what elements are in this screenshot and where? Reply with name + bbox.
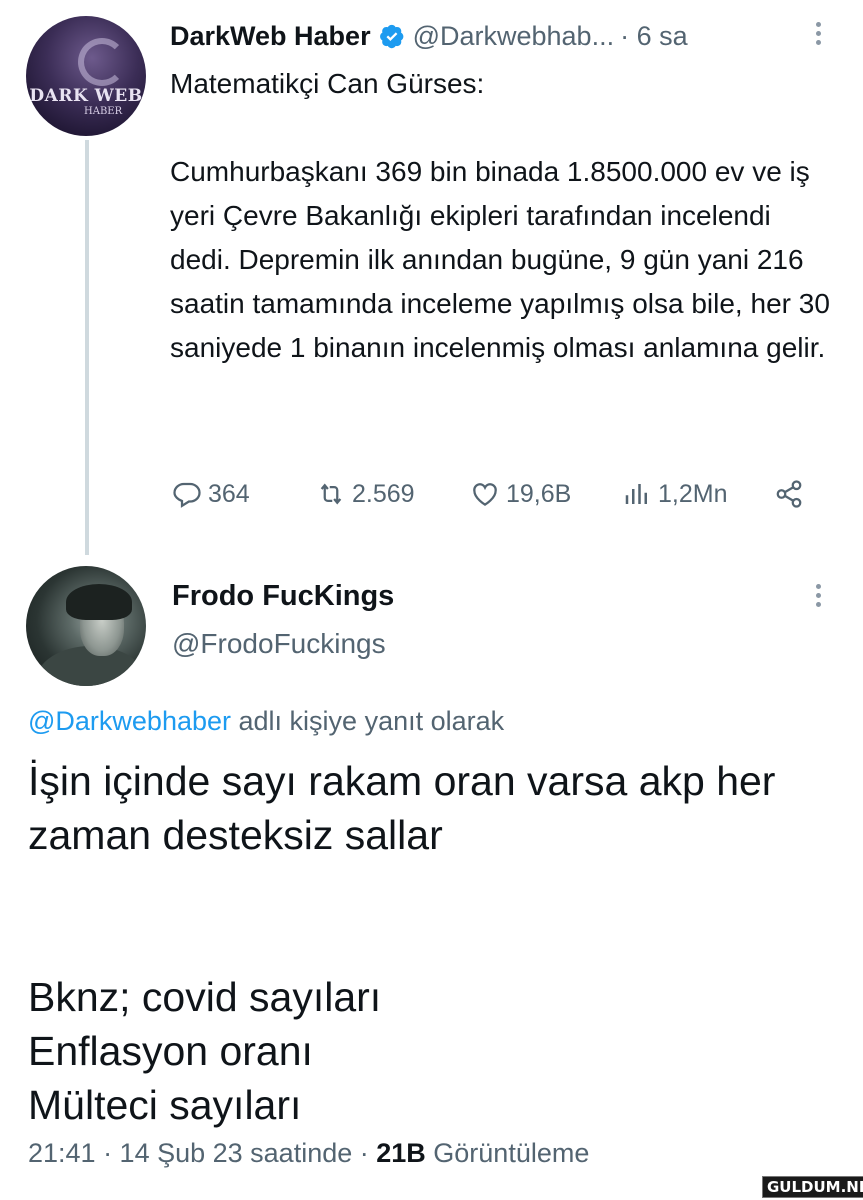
parent-handle[interactable]: @Darkwebhab... <box>413 21 615 52</box>
parent-tweet-text: Matematikçi Can Gürses: Cumhurbaşkanı 36… <box>170 68 830 363</box>
retweet-count: 2.569 <box>352 479 415 508</box>
verified-badge-icon <box>379 24 403 49</box>
reply-more-icon[interactable] <box>808 584 828 614</box>
parent-display-name[interactable]: DarkWeb Haber <box>170 21 371 52</box>
analytics-icon <box>625 484 647 504</box>
share-button[interactable] <box>774 472 810 516</box>
reply-tweet-text: İşin içinde sayı rakam oran varsa akp he… <box>28 758 776 1128</box>
reply-handle[interactable]: @FrodoFuckings <box>172 628 386 660</box>
avatar-logo-subtext: HABER <box>84 106 123 117</box>
replying-to: @Darkwebhaber adlı kişiye yanıt olarak <box>28 706 504 737</box>
like-button[interactable]: 19,6B <box>470 472 571 516</box>
views-button[interactable]: 1,2Mn <box>622 472 727 516</box>
share-icon <box>776 480 802 508</box>
darkweb-avatar[interactable]: DARK WEB HABER <box>26 16 146 136</box>
parent-more-icon[interactable] <box>808 22 828 52</box>
reply-timestamp[interactable]: 21:41 · 14 Şub 23 saatinde · <box>28 1138 376 1168</box>
retweet-button[interactable]: 2.569 <box>316 472 415 516</box>
thread-line <box>85 140 89 555</box>
reply-count: 364 <box>208 479 250 508</box>
reply-views-label: Görüntüleme <box>425 1138 590 1168</box>
watermark: GULDUM.NET <box>762 1176 863 1198</box>
replying-suffix: adlı kişiye yanıt olarak <box>231 706 505 736</box>
parent-action-bar: 364 2.569 19,6B 1,2Mn <box>170 472 830 516</box>
reply-views-count: 21B <box>376 1138 426 1168</box>
reply-icon <box>173 482 201 508</box>
reply-display-name[interactable]: Frodo FucKings <box>172 580 394 613</box>
reply-button[interactable]: 364 <box>172 472 250 516</box>
avatar-logo-icon <box>78 38 126 86</box>
like-count: 19,6B <box>506 479 572 508</box>
parent-tweet-header: DarkWeb Haber @Darkwebhab... · 6 sa <box>170 16 688 56</box>
avatar-logo-text: DARK WEB <box>29 86 143 106</box>
reply-meta: 21:41 · 14 Şub 23 saatinde · 21B Görüntü… <box>28 1138 589 1169</box>
views-count: 1,2Mn <box>658 479 728 508</box>
retweet-icon <box>320 483 342 505</box>
heart-icon <box>473 483 497 506</box>
parent-time[interactable]: · 6 sa <box>620 21 688 52</box>
frodo-avatar[interactable] <box>26 566 146 686</box>
replying-mention-link[interactable]: @Darkwebhaber <box>28 706 231 736</box>
